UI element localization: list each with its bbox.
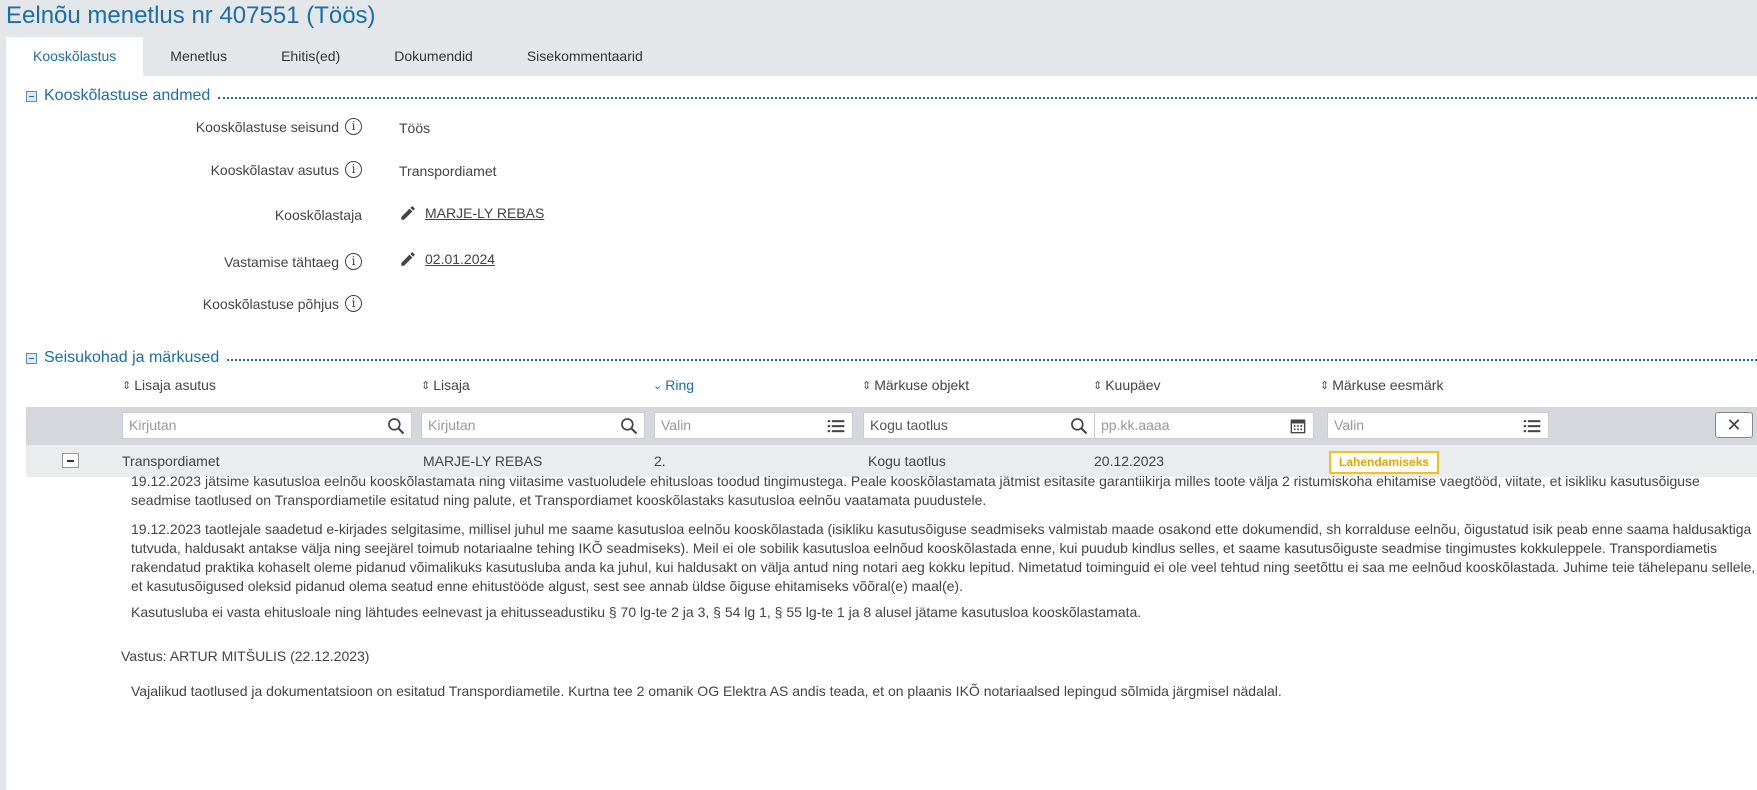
sort-icon: ⇕ bbox=[1093, 379, 1103, 392]
comment-body: 19.12.2023 jätsime kasutusloa eelnõu koo… bbox=[131, 472, 1756, 510]
column-label: Märkuse eesmärk bbox=[1332, 377, 1444, 393]
filter-value: Kogu taotlus bbox=[870, 417, 948, 433]
column-header-ring[interactable]: ⌄ Ring bbox=[653, 377, 694, 393]
page-title: Eelnõu menetlus nr 407551 (Töös) bbox=[6, 2, 376, 29]
filter-markuse-eesmark-select[interactable]: Valin bbox=[1327, 412, 1549, 439]
filter-lisaja-asutus-input[interactable]: Kirjutan bbox=[122, 412, 412, 439]
comment-body: Kasutusluba ei vasta ehitusloale ning lä… bbox=[131, 603, 1756, 622]
field-label-tahtaeg: Vastamise tähtaeg i bbox=[224, 253, 362, 270]
collapse-button[interactable] bbox=[26, 90, 37, 102]
filter-markuse-objekt-input[interactable]: Kogu taotlus bbox=[863, 412, 1095, 439]
filter-placeholder: Kirjutan bbox=[129, 417, 177, 433]
field-value-asutus: Transpordiamet bbox=[399, 163, 497, 179]
section-divider bbox=[227, 358, 1757, 361]
clear-filters-button[interactable]: ✕ bbox=[1715, 412, 1753, 438]
column-header-markuse-eesmark[interactable]: ⇕ Märkuse eesmärk bbox=[1320, 377, 1443, 393]
comment-paragraph: 19.12.2023 taotlejale saadetud e-kirjade… bbox=[131, 521, 1756, 594]
field-label-kooskolastaja: Kooskõlastaja bbox=[275, 207, 362, 223]
field-label-asutus: Kooskõlastav asutus i bbox=[211, 161, 362, 178]
sort-icon: ⇕ bbox=[1320, 379, 1330, 392]
status-badge: Lahendamiseks bbox=[1329, 451, 1440, 474]
section-title: Kooskõlastuse andmed bbox=[44, 87, 211, 104]
info-icon[interactable]: i bbox=[345, 118, 362, 135]
tab-panel: Kooskõlastuse andmed Kooskõlastuse seisu… bbox=[6, 76, 1757, 790]
tab-bar: Kooskõlastus Menetlus Ehitis(ed) Dokumen… bbox=[6, 37, 670, 76]
filter-placeholder: Valin bbox=[661, 417, 692, 433]
info-icon[interactable]: i bbox=[345, 161, 362, 178]
field-value-kooskolastaja: MARJE-LY REBAS bbox=[399, 204, 544, 222]
field-value-text: Töös bbox=[399, 120, 431, 136]
close-icon: ✕ bbox=[1726, 415, 1742, 435]
list-icon bbox=[827, 420, 845, 433]
comment-paragraph: Kasutusluba ei vasta ehitusloale ning lä… bbox=[131, 604, 1142, 620]
section-title: Seisukohad ja märkused bbox=[44, 349, 220, 366]
field-value-seisund: Töös bbox=[399, 120, 430, 136]
filter-ring-select[interactable]: Valin bbox=[654, 412, 853, 439]
field-value-text: Transpordiamet bbox=[399, 163, 497, 179]
column-header-markuse-objekt[interactable]: ⇕ Märkuse objekt bbox=[862, 377, 969, 393]
row-collapse-button[interactable] bbox=[62, 453, 79, 468]
info-icon[interactable]: i bbox=[345, 253, 362, 270]
tab-dokumendid[interactable]: Dokumendid bbox=[367, 37, 500, 76]
filter-kuupaev-input[interactable]: pp.kk.aaaa bbox=[1094, 412, 1314, 439]
calendar-icon[interactable] bbox=[1288, 416, 1308, 436]
sort-icon: ⇕ bbox=[862, 379, 872, 392]
search-icon bbox=[1071, 418, 1088, 435]
column-header-lisaja-asutus[interactable]: ⇕ Lisaja asutus bbox=[122, 377, 216, 393]
search-icon bbox=[388, 418, 405, 435]
tab-menetlus[interactable]: Menetlus bbox=[143, 37, 254, 76]
section-header-kooskolastuse-andmed: Kooskõlastuse andmed bbox=[26, 86, 1757, 106]
tab-kooskolastus[interactable]: Kooskõlastus bbox=[6, 37, 144, 76]
kooskolastaja-link[interactable]: MARJE-LY REBAS bbox=[425, 205, 544, 221]
field-label-text: Kooskõlastuse seisund bbox=[195, 118, 339, 135]
section-header-seisukohad: Seisukohad ja märkused bbox=[26, 348, 1757, 368]
chevron-down-icon: ⌄ bbox=[653, 379, 663, 392]
search-icon bbox=[621, 418, 638, 435]
comment-body: 19.12.2023 taotlejale saadetud e-kirjade… bbox=[131, 520, 1756, 596]
info-icon[interactable]: i bbox=[345, 295, 362, 312]
section-divider bbox=[218, 96, 1757, 99]
list-icon bbox=[1523, 420, 1541, 433]
column-label: Kuupäev bbox=[1105, 377, 1161, 393]
pencil-icon[interactable] bbox=[399, 250, 417, 268]
answer-text: Vajalikud taotlused ja dokumentatsioon o… bbox=[131, 683, 1282, 699]
field-label-text: Kooskõlastav asutus bbox=[210, 161, 339, 178]
field-value-tahtaeg: 02.01.2024 bbox=[399, 250, 495, 268]
column-header-kuupaev[interactable]: ⇕ Kuupäev bbox=[1093, 377, 1161, 393]
column-label: Lisaja bbox=[433, 377, 470, 393]
column-header-lisaja[interactable]: ⇕ Lisaja bbox=[421, 377, 470, 393]
filter-placeholder: Valin bbox=[1334, 417, 1365, 433]
comment-paragraph: 19.12.2023 jätsime kasutusloa eelnõu koo… bbox=[131, 473, 1700, 508]
field-label-text: Vastamise tähtaeg bbox=[224, 253, 339, 270]
tab-ehitised[interactable]: Ehitis(ed) bbox=[254, 37, 367, 76]
filter-placeholder: Kirjutan bbox=[428, 417, 476, 433]
field-label-text: Kooskõlastaja bbox=[274, 207, 362, 223]
sort-icon: ⇕ bbox=[122, 379, 132, 392]
filter-bar: Kirjutan Kirjutan Valin Kogu taotlus pp.… bbox=[26, 407, 1757, 445]
column-label: Ring bbox=[665, 377, 695, 393]
column-label: Lisaja asutus bbox=[134, 377, 216, 393]
pencil-icon[interactable] bbox=[399, 204, 417, 222]
filter-lisaja-input[interactable]: Kirjutan bbox=[421, 412, 645, 439]
sort-icon: ⇕ bbox=[421, 379, 431, 392]
collapse-button[interactable] bbox=[26, 352, 37, 364]
tab-sisekommentaarid[interactable]: Sisekommentaarid bbox=[500, 37, 670, 76]
field-label-seisund: Kooskõlastuse seisund i bbox=[196, 118, 362, 135]
answer-header: Vastus: ARTUR MITŠULIS (22.12.2023) bbox=[121, 648, 370, 664]
tahtaeg-link[interactable]: 02.01.2024 bbox=[425, 251, 495, 267]
field-label-text: Kooskõlastuse põhjus bbox=[202, 295, 339, 312]
table-header: ⇕ Lisaja asutus ⇕ Lisaja ⌄ Ring ⇕ Märkuse ob… bbox=[6, 377, 1757, 397]
filter-placeholder: pp.kk.aaaa bbox=[1101, 417, 1170, 433]
column-label: Märkuse objekt bbox=[874, 377, 970, 393]
field-label-pohjus: Kooskõlastuse põhjus i bbox=[203, 295, 362, 312]
